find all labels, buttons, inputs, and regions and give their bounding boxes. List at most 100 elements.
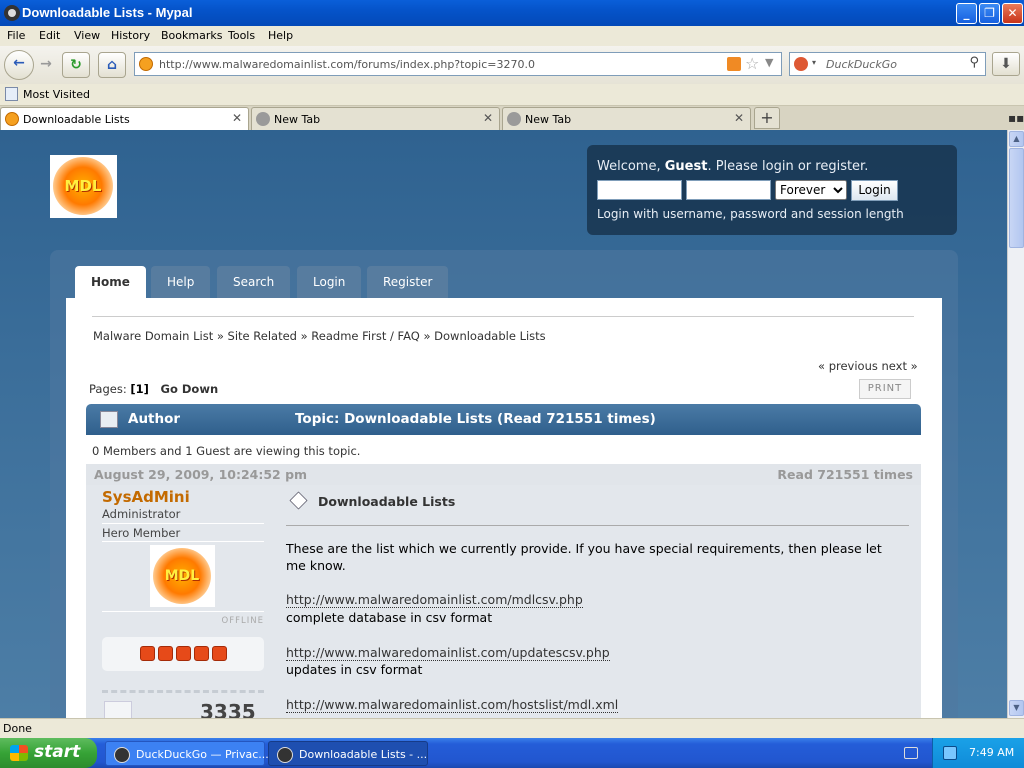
divider	[102, 541, 264, 542]
star-icon	[194, 646, 209, 661]
start-label: start	[34, 742, 81, 762]
mypal-app-icon	[4, 5, 20, 21]
divider	[92, 316, 914, 317]
address-url[interactable]: http://www.malwaredomainlist.com/forums/…	[159, 58, 535, 71]
close-button[interactable]: ✕	[1002, 3, 1023, 24]
most-visited-bookmark[interactable]: Most Visited	[23, 88, 90, 101]
start-button[interactable]: start	[0, 738, 97, 768]
nav-help[interactable]: Help	[151, 266, 211, 299]
taskbar-item-downloadable-lists[interactable]: Downloadable Lists - ...	[268, 741, 428, 766]
menu-edit[interactable]: Edit	[39, 29, 60, 42]
post-header: August 29, 2009, 10:24:52 pm Read 721551…	[86, 464, 921, 485]
reload-button[interactable]: ↻	[62, 52, 90, 78]
star-icon	[176, 646, 191, 661]
tab-downloadable-lists[interactable]: Downloadable Lists ✕	[0, 107, 249, 130]
poster-rank: Hero Member	[102, 526, 181, 540]
minimize-button[interactable]: _	[956, 3, 977, 24]
maximize-button[interactable]: ❐	[979, 3, 1000, 24]
tab-close-icon[interactable]: ✕	[483, 111, 493, 125]
post: SysAdMini Administrator Hero Member MDL …	[86, 485, 921, 718]
tab-close-icon[interactable]: ✕	[734, 111, 744, 125]
post-subject-icon	[289, 491, 308, 510]
menu-view[interactable]: View	[74, 29, 100, 42]
password-input[interactable]	[686, 180, 771, 200]
search-placeholder: DuckDuckGo	[826, 58, 897, 71]
engine-dropdown-icon[interactable]: ▾	[812, 58, 816, 67]
tab-favicon	[5, 112, 19, 126]
rss-feed-icon[interactable]	[727, 57, 741, 71]
nav-register[interactable]: Register	[367, 266, 449, 299]
breadcrumb[interactable]: Malware Domain List » Site Related » Rea…	[93, 329, 546, 343]
menu-tools[interactable]: Tools	[228, 29, 255, 42]
pagination: Pages: [1] Go Down	[89, 382, 218, 396]
vertical-scrollbar[interactable]: ▲ ▼	[1007, 130, 1024, 718]
star-icon	[212, 646, 227, 661]
window-title: Downloadable Lists - Mypal	[22, 5, 193, 20]
menu-bookmarks[interactable]: Bookmarks	[161, 29, 222, 42]
nav-search[interactable]: Search	[217, 266, 291, 299]
username-input[interactable]	[597, 180, 682, 200]
topic-title: Topic: Downloadable Lists (Read 721551 t…	[295, 411, 656, 427]
tab-new-tab-1[interactable]: New Tab ✕	[251, 107, 500, 130]
menu-help[interactable]: Help	[268, 29, 293, 42]
poster-name[interactable]: SysAdMini	[102, 488, 190, 506]
offline-status: OFFLINE	[221, 616, 264, 626]
globe-icon	[256, 112, 270, 126]
scrollbar-thumb[interactable]	[1009, 148, 1024, 248]
back-arrow-icon: ←	[13, 55, 25, 71]
back-button[interactable]: ←	[4, 50, 34, 80]
divider	[102, 611, 264, 612]
login-panel: Welcome, Guest. Please login or register…	[587, 145, 957, 235]
home-button[interactable]: ⌂	[98, 52, 126, 78]
go-down-link[interactable]: Go Down	[161, 382, 219, 396]
page-viewport: MDL Welcome, Guest. Please login or regi…	[0, 130, 1007, 718]
address-bar[interactable]: http://www.malwaredomainlist.com/forums/…	[134, 52, 782, 76]
nav-home[interactable]: Home	[75, 266, 146, 300]
divider	[102, 690, 264, 693]
menu-file[interactable]: File	[7, 29, 25, 42]
search-icon[interactable]: ⚲	[969, 55, 979, 70]
print-button[interactable]: PRINT	[859, 379, 911, 399]
link-mdlcsv[interactable]: http://www.malwaredomainlist.com/mdlcsv.…	[286, 592, 583, 608]
profile-icon[interactable]	[104, 701, 132, 718]
link-updatescsv[interactable]: http://www.malwaredomainlist.com/updates…	[286, 645, 610, 661]
viewing-count: 0 Members and 1 Guest are viewing this t…	[92, 444, 361, 458]
post-subject[interactable]: Downloadable Lists	[318, 494, 455, 509]
previous-next-links[interactable]: « previous next »	[818, 359, 918, 373]
search-bar[interactable]: ▾ DuckDuckGo ⚲	[789, 52, 986, 76]
link-hostslist-xml[interactable]: http://www.malwaredomainlist.com/hostsli…	[286, 697, 619, 713]
keyboard-icon[interactable]	[904, 747, 918, 759]
post-read-count: Read 721551 times	[777, 467, 913, 482]
url-dropdown-icon[interactable]: ▼	[765, 56, 773, 69]
taskbar-item-duckduckgo[interactable]: DuckDuckGo — Privac...	[105, 741, 269, 766]
downloads-button[interactable]: ⬇	[992, 52, 1020, 76]
tab-new-tab-2[interactable]: New Tab ✕	[502, 107, 751, 130]
mypal-app-icon	[277, 747, 293, 763]
list-all-tabs-icon[interactable]: ▪▪	[1008, 111, 1024, 125]
mypal-app-icon	[114, 747, 130, 763]
duckduckgo-engine-icon[interactable]	[794, 57, 808, 71]
site-favicon	[139, 57, 153, 71]
status-text: Done	[3, 722, 32, 735]
login-button[interactable]: Login	[851, 180, 898, 201]
tab-label: Downloadable Lists	[23, 113, 130, 126]
network-icon[interactable]	[943, 746, 957, 760]
post-intro: These are the list which we currently pr…	[286, 541, 882, 573]
topic-header-bar: Author Topic: Downloadable Lists (Read 7…	[86, 404, 921, 435]
site-logo[interactable]: MDL	[50, 155, 117, 218]
new-tab-button[interactable]: +	[754, 107, 780, 129]
nav-login[interactable]: Login	[297, 266, 362, 299]
task-label: Downloadable Lists - ...	[299, 748, 428, 761]
clock[interactable]: 7:49 AM	[969, 746, 1014, 759]
forward-button[interactable]: →	[32, 52, 60, 78]
divider	[286, 525, 909, 526]
bookmark-star-icon[interactable]: ☆	[745, 54, 759, 73]
scroll-down-icon[interactable]: ▼	[1009, 700, 1024, 716]
scroll-up-icon[interactable]: ▲	[1009, 131, 1024, 147]
session-length-select[interactable]: Forever	[775, 180, 847, 200]
menu-history[interactable]: History	[111, 29, 150, 42]
poster-role: Administrator	[102, 507, 181, 521]
tab-close-icon[interactable]: ✕	[232, 111, 242, 125]
mdl-logo-icon: MDL	[53, 157, 113, 215]
tab-bar: Downloadable Lists ✕ New Tab ✕ New Tab ✕	[0, 106, 1024, 130]
